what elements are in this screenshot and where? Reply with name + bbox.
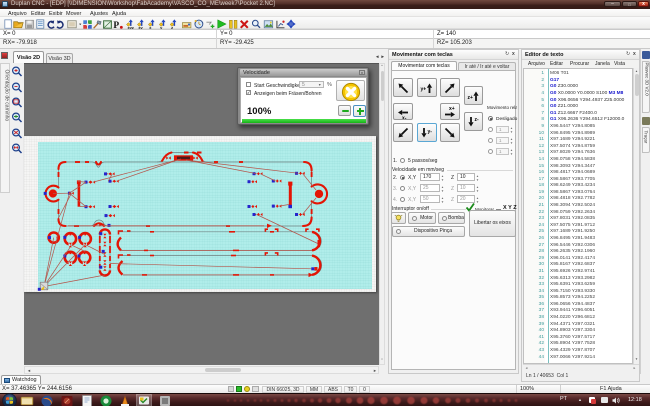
- svg-text:x+: x+: [449, 106, 455, 112]
- svg-text:z-: z-: [475, 117, 480, 123]
- svg-text:z+: z+: [468, 95, 474, 101]
- svg-text:y-: y-: [427, 129, 432, 135]
- svg-text:y+: y+: [420, 87, 426, 93]
- svg-text:x-: x-: [402, 115, 407, 119]
